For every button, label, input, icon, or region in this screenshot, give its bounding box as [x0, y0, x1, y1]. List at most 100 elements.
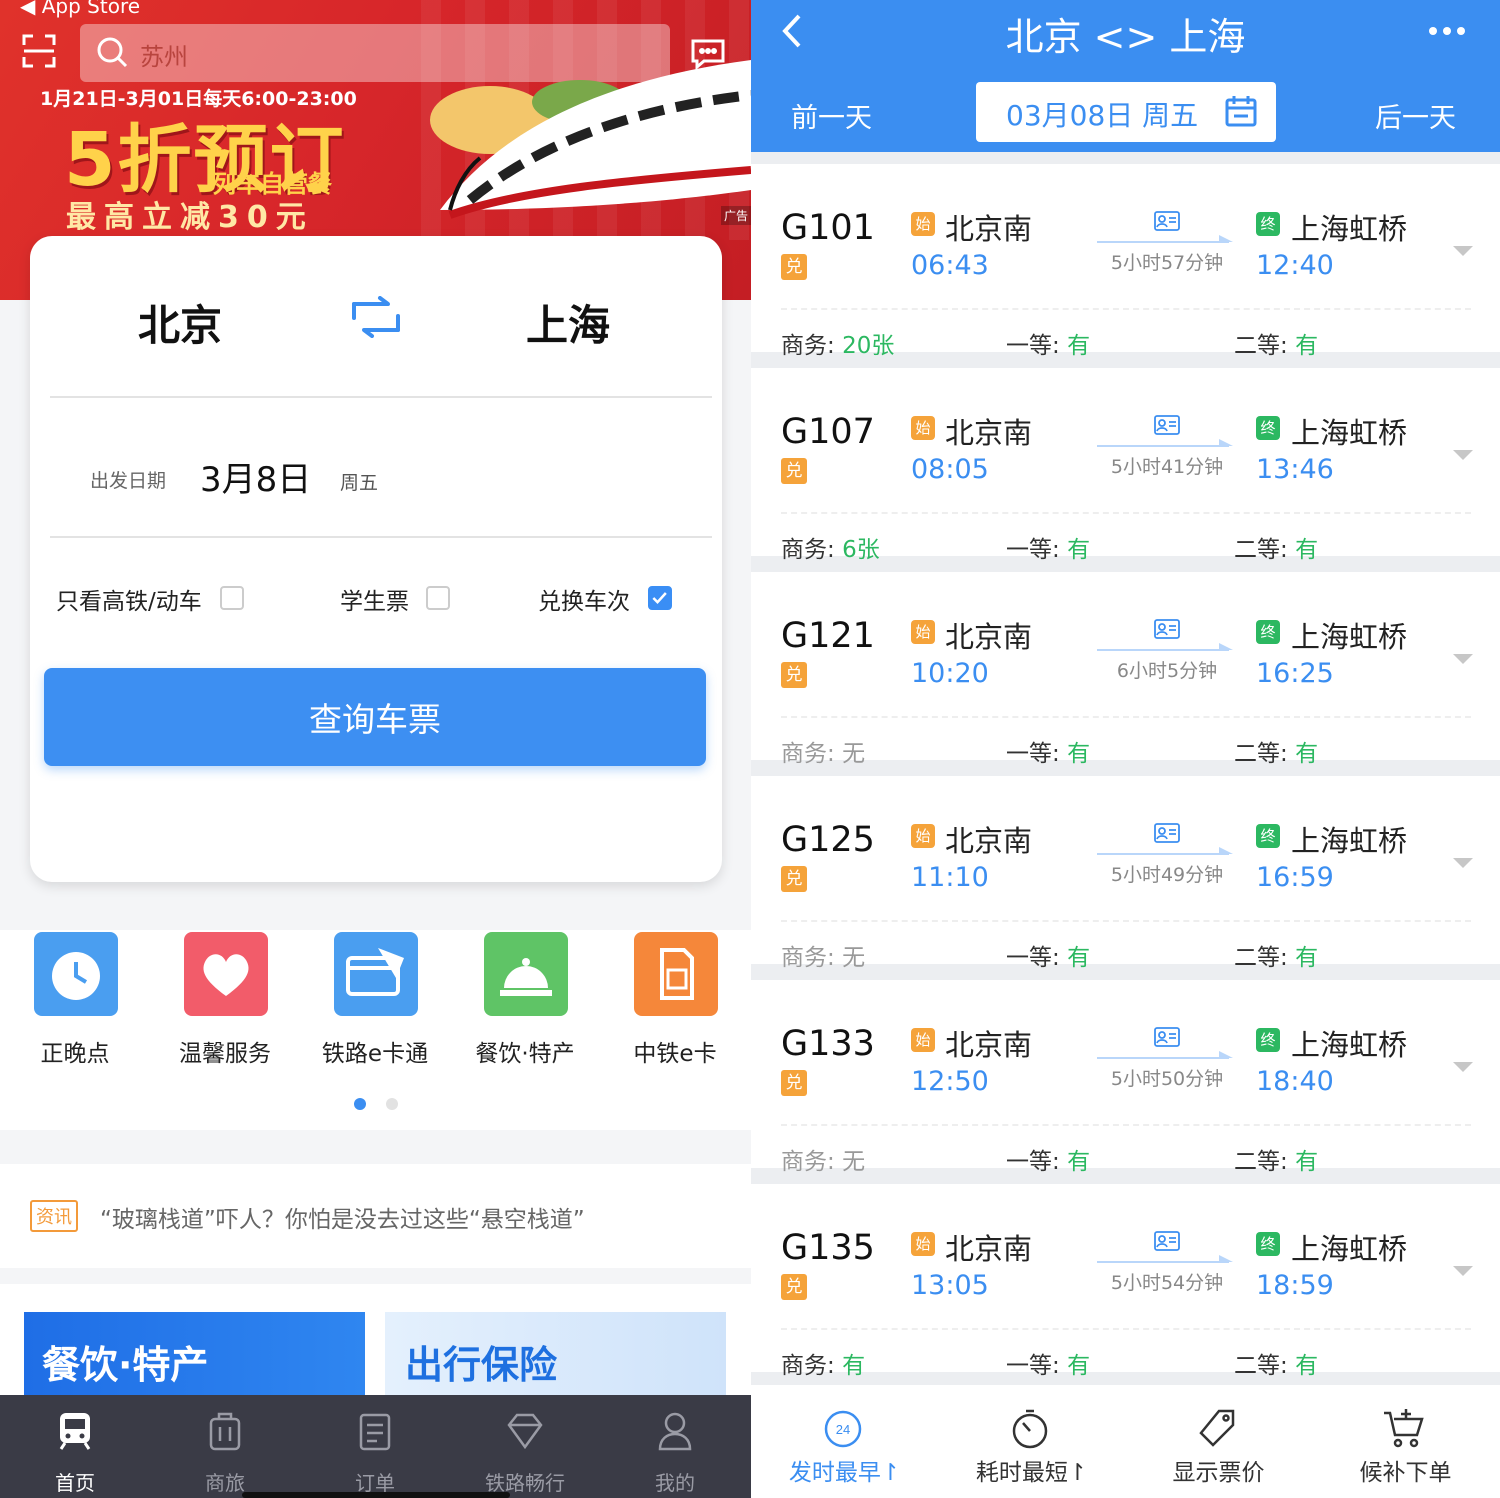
terminal-badge: 终 [1256, 416, 1280, 440]
arrival-station: 上海虹桥 [1291, 1028, 1408, 1062]
train-row[interactable]: G125 兑 始北京南 11:10 5小时49分钟 终上海虹桥 16:59 商务: 无 一等: … [751, 776, 1500, 971]
order-list-icon [359, 1413, 391, 1451]
train-number: G133 [781, 1024, 875, 1064]
seat-availability: 商务: 无 [781, 945, 866, 971]
divider [50, 396, 712, 398]
ad-tag: 广告 [721, 206, 751, 225]
sort-earliest-button[interactable]: 24 发时最早↾ [751, 1385, 938, 1498]
duration-arrow-icon [1097, 847, 1233, 855]
option-high-speed-label: 只看高铁/动车 [56, 589, 202, 615]
tab-orders[interactable]: 订单 [300, 1395, 450, 1498]
option-exchange-label: 兑换车次 [538, 589, 630, 615]
train-row[interactable]: G133 兑 始北京南 12:50 5小时50分钟 终上海虹桥 18:40 商务: 无 一等: … [751, 980, 1500, 1175]
trip-duration: 5小时57分钟 [1110, 252, 1224, 274]
origin-badge: 始 [911, 212, 935, 236]
tab-mine[interactable]: 我的 [600, 1395, 750, 1498]
departure-station: 北京南 [945, 824, 1033, 858]
to-city[interactable]: 上海 [526, 292, 610, 353]
train-row[interactable]: G135 兑 始北京南 13:05 5小时54分钟 终上海虹桥 18:59 商务: 有 一等: … [751, 1184, 1500, 1379]
service-e-card[interactable]: 铁路e卡通 [300, 930, 450, 1100]
clock-icon [34, 932, 118, 1016]
waitlist-order-button[interactable]: 候补下单 [1312, 1385, 1499, 1498]
from-city[interactable]: 北京 [138, 292, 222, 353]
departure-station: 北京南 [945, 416, 1033, 450]
show-price-button[interactable]: 显示票价 [1125, 1385, 1312, 1498]
screenshot-composite: ◀ App Store 苏州 1月21日-3月01日每天6:00-23:00 5… [0, 0, 1500, 1498]
train-row[interactable]: G101 兑 始北京南 06:43 5小时57分钟 终上海虹桥 12:40 商务: 20张 一等… [751, 164, 1500, 359]
seat-availability: 商务: 20张 [781, 333, 895, 359]
scan-icon[interactable] [22, 34, 56, 68]
arrival-time: 12:40 [1256, 250, 1334, 281]
expand-chevron-icon[interactable] [1451, 448, 1475, 462]
arrival-time: 18:40 [1256, 1066, 1334, 1097]
pager-dot[interactable] [386, 1098, 398, 1110]
service-crt-card[interactable]: 中铁e卡 [600, 930, 750, 1100]
trip-duration: 6小时5分钟 [1116, 660, 1218, 682]
row-divider [781, 920, 1471, 922]
exchange-badge: 兑 [781, 866, 807, 892]
prev-day-button[interactable]: 前一天 [791, 96, 872, 135]
search-tickets-button[interactable]: 查询车票 [44, 668, 706, 766]
departure-time: 12:50 [911, 1066, 989, 1097]
service-dining[interactable]: 餐饮·特产 [450, 930, 600, 1100]
row-divider [781, 1124, 1471, 1126]
train-number: G101 [781, 208, 875, 248]
option-student-label: 学生票 [340, 589, 409, 615]
train-row[interactable]: G107 兑 始北京南 08:05 5小时41分钟 终上海虹桥 13:46 商务: 6张 一等:… [751, 368, 1500, 563]
departure-time: 10:20 [911, 658, 989, 689]
sort-shortest-button[interactable]: 耗时最短↾ [938, 1385, 1125, 1498]
origin-badge: 始 [911, 1232, 935, 1256]
tab-rail-pass[interactable]: 铁路畅行 [450, 1395, 600, 1498]
terminal-badge: 终 [1256, 824, 1280, 848]
home-indicator [242, 1492, 510, 1498]
pager-dot-active[interactable] [354, 1098, 366, 1110]
24h-clock-icon: 24 [824, 1410, 862, 1448]
service-on-time[interactable]: 正晚点 [0, 930, 150, 1100]
sort-bar: 24 发时最早↾ 耗时最短↾ 显示票价 候补下单 [751, 1385, 1500, 1498]
id-card-icon [1154, 211, 1180, 231]
train-number: G107 [781, 412, 875, 452]
expand-chevron-icon[interactable] [1451, 856, 1475, 870]
seat-availability: 二等: 有 [1234, 741, 1319, 767]
tab-home[interactable]: 首页 [0, 1395, 150, 1498]
next-day-button[interactable]: 后一天 [1375, 96, 1456, 135]
heart-icon [184, 932, 268, 1016]
date-picker[interactable]: 03月08日 周五 [976, 82, 1276, 142]
expand-chevron-icon[interactable] [1451, 1264, 1475, 1278]
arrival-time: 18:59 [1256, 1270, 1334, 1301]
home-screen: ◀ App Store 苏州 1月21日-3月01日每天6:00-23:00 5… [0, 0, 751, 1498]
option-exchange-checkbox[interactable] [648, 586, 672, 610]
seat-availability: 商务: 无 [781, 741, 866, 767]
option-high-speed-checkbox[interactable] [220, 586, 244, 610]
terminal-badge: 终 [1256, 620, 1280, 644]
swap-cities-icon[interactable] [346, 296, 406, 338]
back-to-app-store[interactable]: ◀ App Store [20, 0, 140, 18]
option-student-checkbox[interactable] [426, 586, 450, 610]
cart-icon [1384, 1409, 1424, 1448]
service-care[interactable]: 温馨服务 [150, 930, 300, 1100]
seat-availability: 二等: 有 [1234, 1149, 1319, 1175]
train-row[interactable]: G121 兑 始北京南 10:20 6小时5分钟 终上海虹桥 16:25 商务: 无 一等: 有… [751, 572, 1500, 767]
expand-chevron-icon[interactable] [1451, 1060, 1475, 1074]
news-ticker[interactable]: 资讯 “玻璃栈道”吓人？你怕是没去过这些“悬空栈道” [0, 1164, 751, 1268]
tab-business[interactable]: 商旅 [150, 1395, 300, 1498]
train-list-screen: 北京 <> 上海 前一天 03月08日 周五 后一天 G101 兑始北京南 06:4… [751, 0, 1500, 1498]
more-icon[interactable] [1427, 24, 1467, 38]
train-icon [59, 1413, 91, 1450]
pager-dots [0, 1098, 751, 1114]
expand-chevron-icon[interactable] [1451, 244, 1475, 258]
exchange-badge: 兑 [781, 1070, 807, 1096]
expand-chevron-icon[interactable] [1451, 652, 1475, 666]
origin-badge: 始 [911, 824, 935, 848]
seat-availability: 二等: 有 [1234, 537, 1319, 563]
search-placeholder: 苏州 [140, 43, 188, 71]
terminal-badge: 终 [1256, 1232, 1280, 1256]
checkmark-icon [652, 592, 667, 604]
search-icon [97, 37, 128, 68]
seat-availability: 一等: 有 [1006, 1353, 1091, 1379]
departure-time: 11:10 [911, 862, 989, 893]
duration-arrow-icon [1097, 235, 1233, 243]
seat-availability: 商务: 6张 [781, 537, 880, 563]
seat-availability: 一等: 有 [1006, 945, 1091, 971]
diamond-icon [507, 1413, 543, 1450]
